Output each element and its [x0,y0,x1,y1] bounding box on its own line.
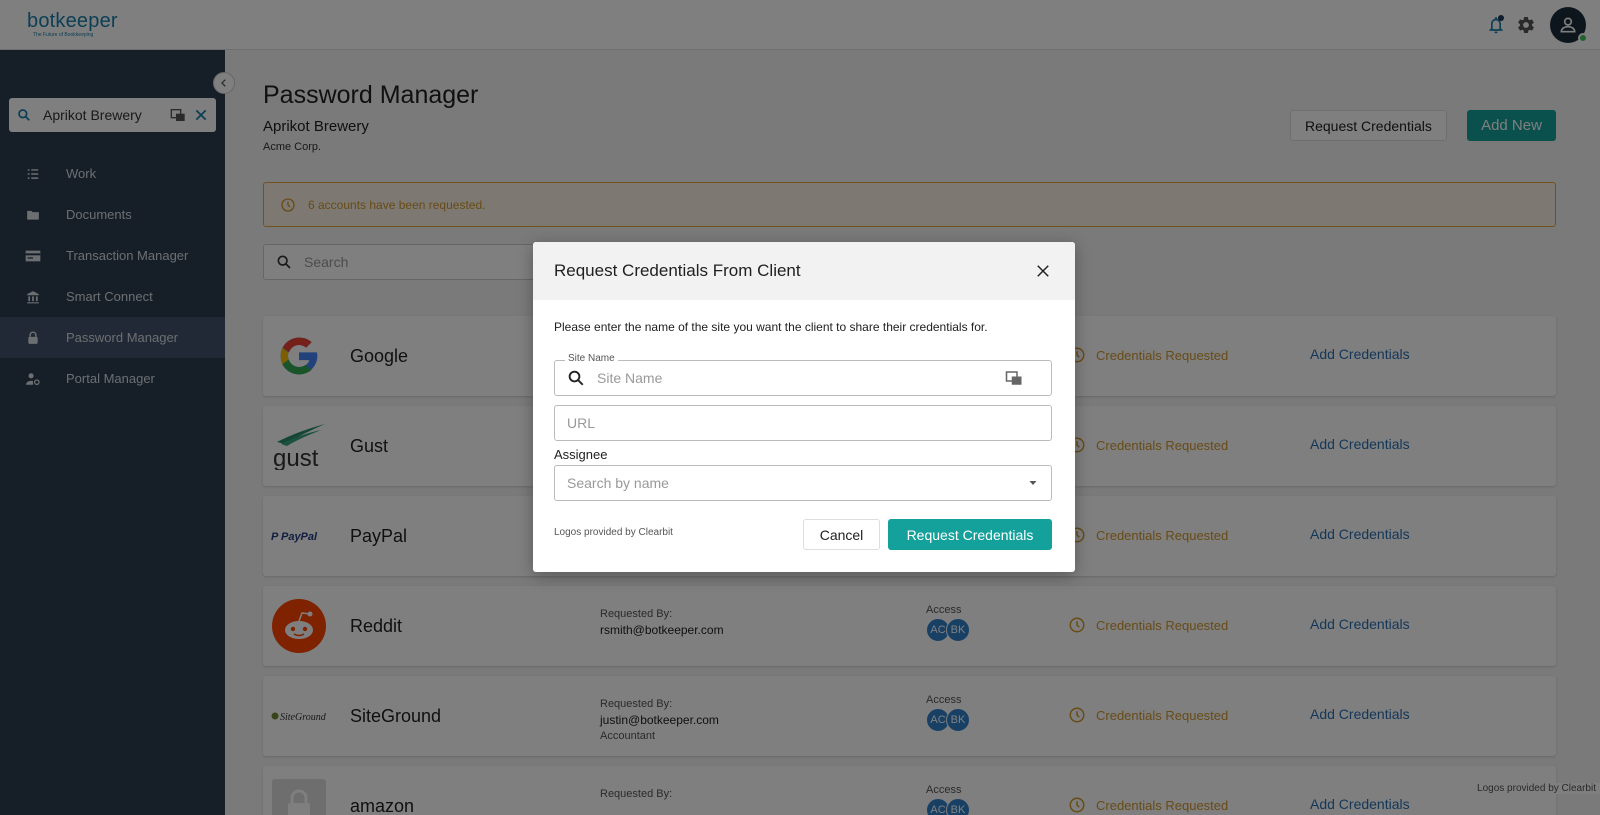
request-credentials-dialog: Request Credentials From Client Please e… [533,242,1075,572]
dialog-header: Request Credentials From Client [533,242,1075,300]
dialog-description: Please enter the name of the site you wa… [554,320,988,334]
assignee-search[interactable]: Search by name [567,475,1027,491]
site-name-input[interactable]: Site Name [597,370,1005,386]
chevron-down-icon[interactable] [1027,477,1039,489]
assignee-select[interactable]: Search by name [554,465,1052,501]
submit-request-button[interactable]: Request Credentials [888,519,1052,550]
assignee-label: Assignee [554,447,608,462]
close-icon[interactable] [1032,260,1054,282]
search-icon [568,370,584,386]
cancel-button[interactable]: Cancel [803,519,880,550]
clearbit-note: Logos provided by Clearbit [554,527,673,538]
url-field[interactable]: URL [554,405,1052,441]
dialog-title: Request Credentials From Client [554,261,801,280]
logo-lookup-icon[interactable] [1005,369,1023,387]
url-input[interactable]: URL [567,415,595,431]
site-name-field[interactable]: Site Name Site Name [554,353,1052,396]
site-name-legend: Site Name [565,353,618,364]
